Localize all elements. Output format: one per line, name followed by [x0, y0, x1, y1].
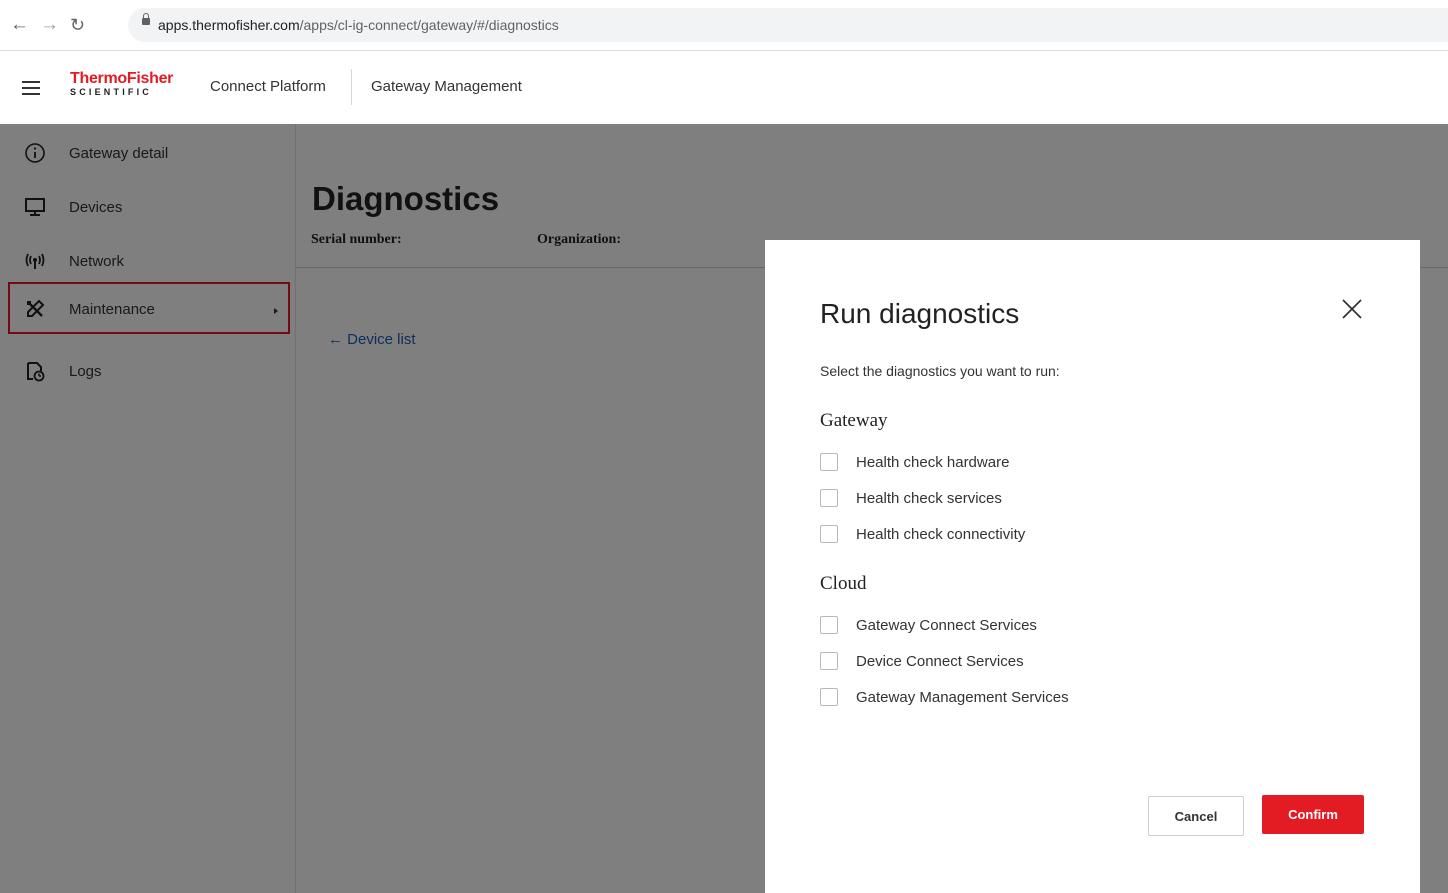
hamburger-menu-icon[interactable] — [22, 81, 40, 95]
section-heading-cloud: Cloud — [820, 573, 867, 594]
confirm-button[interactable]: Confirm — [1262, 795, 1364, 834]
checkbox-label[interactable]: Device Connect Services — [856, 653, 1024, 670]
close-icon[interactable] — [1340, 297, 1364, 321]
section-heading-gateway: Gateway — [820, 410, 888, 431]
back-arrow-icon[interactable]: ← — [10, 13, 29, 37]
app-header: ThermoFisher SCIENTIFIC Connect Platform… — [0, 51, 1448, 123]
checkbox-label[interactable]: Health check connectivity — [856, 526, 1025, 543]
cancel-button[interactable]: Cancel — [1148, 796, 1244, 836]
checkbox[interactable] — [820, 525, 838, 543]
section-name[interactable]: Gateway Management — [371, 78, 522, 95]
checkbox[interactable] — [820, 688, 838, 706]
thermofisher-logo[interactable]: ThermoFisher SCIENTIFIC — [70, 71, 173, 98]
checkbox[interactable] — [820, 453, 838, 471]
checkbox[interactable] — [820, 616, 838, 634]
lock-icon — [142, 13, 150, 25]
checkbox[interactable] — [820, 652, 838, 670]
browser-toolbar: ← → ↻ apps.thermofisher.com/apps/cl-ig-c… — [0, 0, 1448, 51]
checkbox-label[interactable]: Health check hardware — [856, 454, 1009, 471]
dialog-title: Run diagnostics — [820, 298, 1020, 329]
checkbox-label[interactable]: Gateway Management Services — [856, 689, 1069, 706]
platform-name[interactable]: Connect Platform — [210, 78, 326, 95]
forward-arrow-icon[interactable]: → — [40, 13, 59, 37]
address-bar[interactable]: apps.thermofisher.com/apps/cl-ig-connect… — [128, 8, 1448, 42]
reload-icon[interactable]: ↻ — [70, 13, 85, 37]
checkbox-label[interactable]: Health check services — [856, 490, 1002, 507]
dialog-instructions: Select the diagnostics you want to run: — [820, 363, 1060, 379]
url-text: apps.thermofisher.com/apps/cl-ig-connect… — [158, 17, 559, 33]
checkbox-label[interactable]: Gateway Connect Services — [856, 617, 1037, 634]
run-diagnostics-dialog: Run diagnostics Select the diagnostics y… — [765, 240, 1420, 893]
header-divider — [351, 69, 352, 105]
checkbox[interactable] — [820, 489, 838, 507]
